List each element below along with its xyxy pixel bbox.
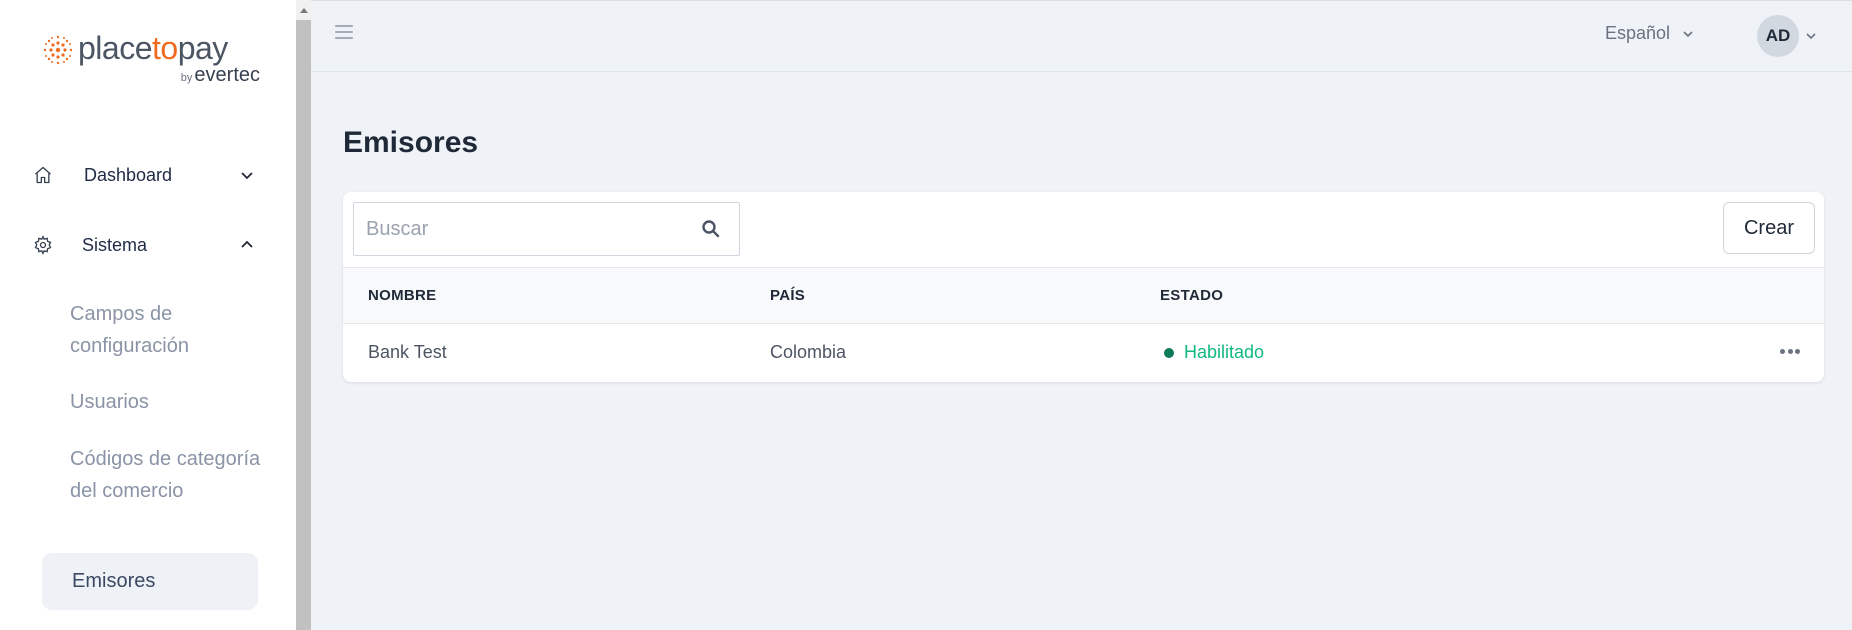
column-header-nombre[interactable]: NOMBRE <box>368 287 436 304</box>
nav-label-dashboard: Dashboard <box>84 164 173 185</box>
scroll-up-arrow-icon[interactable] <box>296 0 311 20</box>
cell-pais: Colombia <box>770 342 847 362</box>
cell-nombre: Bank Test <box>368 342 447 362</box>
search-icon[interactable] <box>701 219 721 239</box>
nav-label-sistema: Sistema <box>82 234 148 255</box>
sunburst-logo-icon <box>43 35 73 65</box>
gear-icon <box>32 234 54 256</box>
chevron-down-icon <box>1683 30 1693 37</box>
status-dot-icon <box>1164 347 1174 358</box>
table-row[interactable]: Bank Test Colombia Habilitado <box>343 323 1824 382</box>
emisores-table-card: Crear NOMBRE PAÍS ESTADO Bank Test Colom… <box>343 192 1824 382</box>
home-icon <box>32 164 54 186</box>
placetopay-logo[interactable]: placetopay by evertec <box>40 28 260 88</box>
nav-item-dashboard[interactable]: Dashboard <box>32 157 262 193</box>
logo-part-to: to <box>152 30 178 66</box>
status-badge: Habilitado <box>1164 342 1264 363</box>
logo-by: by <box>180 72 193 84</box>
table-header: NOMBRE PAÍS ESTADO <box>343 267 1824 324</box>
nav-item-sistema[interactable]: Sistema <box>32 227 262 263</box>
sidebar-scrollbar[interactable] <box>296 0 311 630</box>
hamburger-menu-icon[interactable] <box>335 25 353 41</box>
sidebar-item-campos-configuracion[interactable]: Campos de configuración <box>70 298 270 362</box>
status-label: Habilitado <box>1184 342 1265 362</box>
sidebar-item-codigos-categoria[interactable]: Códigos de categoría del comercio <box>70 443 270 507</box>
top-bar: Español AD <box>311 0 1852 72</box>
search-box <box>353 202 740 256</box>
column-header-estado[interactable]: ESTADO <box>1160 287 1223 304</box>
language-selector[interactable]: Español <box>1605 23 1694 44</box>
logo-byline: by evertec <box>181 64 260 87</box>
search-input[interactable] <box>364 216 688 242</box>
sidebar-item-emisores[interactable]: Emisores <box>42 553 258 610</box>
chevron-down-icon <box>241 172 253 180</box>
logo-part-pay: pay <box>177 30 229 66</box>
row-actions-more-icon[interactable] <box>1780 345 1800 357</box>
logo-evertec: evertec <box>194 64 260 86</box>
page-title: Emisores <box>343 126 479 159</box>
sidebar: placetopay by evertec Dashboard Sistema C… <box>0 0 297 630</box>
logo-part-place: place <box>78 30 153 66</box>
column-header-pais[interactable]: PAÍS <box>770 287 805 304</box>
logo-wordmark: placetopay <box>78 30 228 67</box>
sidebar-item-usuarios[interactable]: Usuarios <box>70 386 270 418</box>
user-menu[interactable]: AD <box>1757 15 1817 57</box>
chevron-down-icon <box>1806 33 1816 40</box>
avatar: AD <box>1757 15 1799 57</box>
chevron-up-icon <box>241 240 253 248</box>
sidebar-item-emisores-label: Emisores <box>72 570 156 592</box>
language-label: Español <box>1605 23 1671 43</box>
create-button[interactable]: Crear <box>1723 202 1815 254</box>
